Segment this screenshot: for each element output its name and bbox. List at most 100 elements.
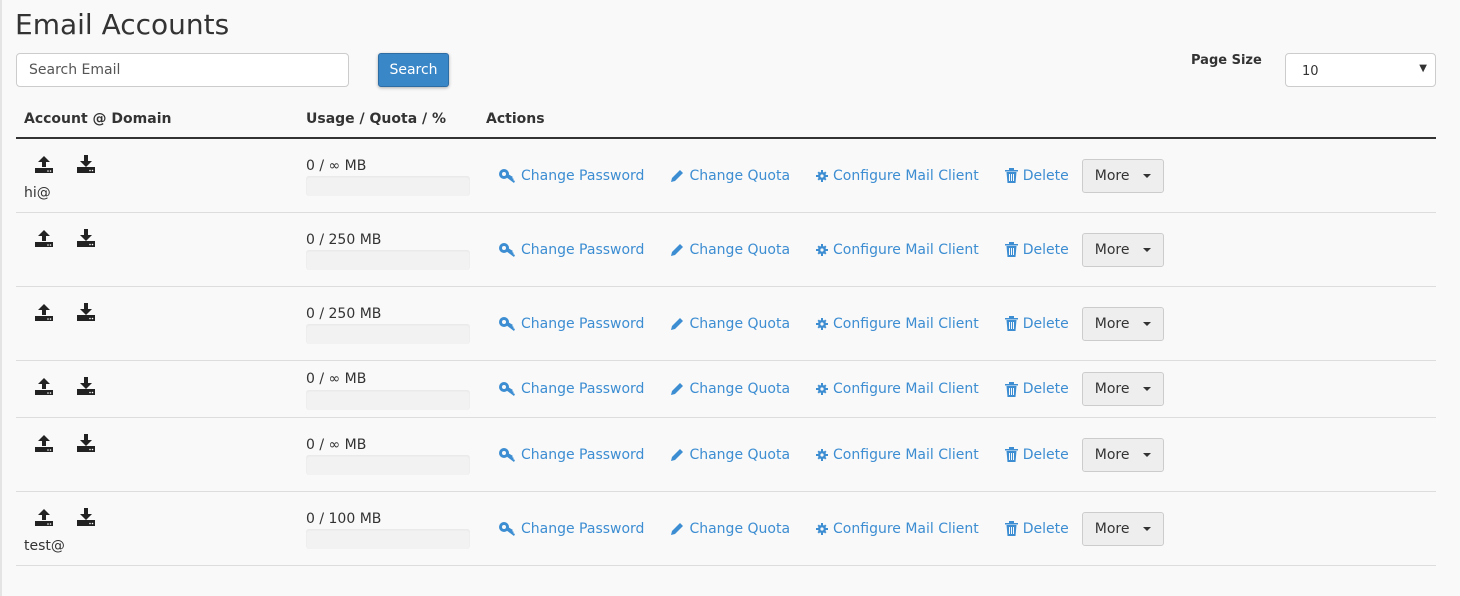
page-size-select[interactable]: 10 ▼ <box>1285 53 1436 87</box>
change-password-link[interactable]: Change Password <box>498 521 644 537</box>
usage-text: 0 / ∞ MB <box>306 371 367 387</box>
change-password-label: Change Password <box>521 315 645 332</box>
change-password-link[interactable]: Change Password <box>498 242 644 258</box>
change-quota-link[interactable]: Change Quota <box>670 447 790 463</box>
configure-mail-client-link[interactable]: Configure Mail Client <box>816 381 979 397</box>
table-row: test@ 0 / 100 MB Change Password Change … <box>16 492 1436 566</box>
delete-link[interactable]: Delete <box>1004 381 1069 397</box>
upload-icon[interactable] <box>34 434 54 456</box>
upload-icon[interactable] <box>34 229 54 251</box>
key-icon <box>499 242 515 257</box>
change-password-label: Change Password <box>521 520 645 537</box>
download-icon[interactable] <box>76 508 96 530</box>
more-label: More <box>1094 315 1130 332</box>
gear-icon <box>816 317 829 330</box>
delete-label: Delete <box>1022 446 1069 463</box>
change-quota-link[interactable]: Change Quota <box>670 242 790 258</box>
upload-icon[interactable] <box>34 155 54 177</box>
configure-label: Configure Mail Client <box>833 520 979 537</box>
delete-link[interactable]: Delete <box>1004 241 1069 258</box>
change-quota-link[interactable]: Change Quota <box>670 381 790 397</box>
key-icon <box>499 521 515 536</box>
col-account[interactable]: Account @ Domain <box>24 111 171 127</box>
change-quota-label: Change Quota <box>689 315 791 332</box>
search-button[interactable]: Search <box>378 53 449 87</box>
caret-down-icon <box>1142 452 1151 457</box>
configure-mail-client-link[interactable]: Configure Mail Client <box>816 316 979 332</box>
more-label: More <box>1094 381 1130 397</box>
table-header: Account @ Domain Usage / Quota / % Actio… <box>16 104 1436 139</box>
gear-icon <box>816 383 829 395</box>
change-quota-link[interactable]: Change Quota <box>670 316 790 332</box>
upload-icon[interactable] <box>34 377 54 399</box>
page-size-label: Page Size <box>1191 53 1262 68</box>
change-password-label: Change Password <box>521 446 645 463</box>
configure-mail-client-link[interactable]: Configure Mail Client <box>816 242 979 258</box>
more-dropdown-button[interactable]: More <box>1081 158 1164 193</box>
change-quota-label: Change Quota <box>689 241 791 258</box>
usage-progress-bar <box>306 390 470 410</box>
usage-text: 0 / ∞ MB <box>306 158 367 174</box>
change-password-link[interactable]: Change Password <box>498 447 644 463</box>
trash-icon <box>1004 381 1018 397</box>
change-password-link[interactable]: Change Password <box>498 316 644 332</box>
col-actions: Actions <box>486 111 545 127</box>
download-icon[interactable] <box>76 434 96 456</box>
caret-down-icon <box>1142 247 1151 252</box>
delete-label: Delete <box>1022 241 1069 258</box>
upload-icon[interactable] <box>34 303 54 325</box>
change-quota-label: Change Quota <box>689 167 791 184</box>
caret-down-icon: ▼ <box>1419 63 1427 74</box>
gear-icon <box>816 522 829 535</box>
caret-down-icon <box>1142 173 1151 178</box>
change-quota-label: Change Quota <box>689 381 791 397</box>
download-icon[interactable] <box>76 377 96 399</box>
account-name: test@ <box>24 538 65 554</box>
more-dropdown-button[interactable]: More <box>1081 306 1164 341</box>
download-icon[interactable] <box>76 303 96 325</box>
accounts-table: hi@ 0 / ∞ MB Change Password Change Quot… <box>16 139 1436 566</box>
delete-link[interactable]: Delete <box>1004 520 1069 537</box>
configure-mail-client-link[interactable]: Configure Mail Client <box>816 447 979 463</box>
configure-mail-client-link[interactable]: Configure Mail Client <box>816 521 979 537</box>
key-icon <box>499 168 515 183</box>
table-row: 0 / ∞ MB Change Password Change Quota Co… <box>16 418 1436 492</box>
download-icon[interactable] <box>76 155 96 177</box>
more-dropdown-button[interactable]: More <box>1081 437 1164 472</box>
delete-label: Delete <box>1022 520 1069 537</box>
page-title: Email Accounts <box>15 8 230 41</box>
change-quota-link[interactable]: Change Quota <box>670 168 790 184</box>
trash-icon <box>1004 316 1018 331</box>
configure-label: Configure Mail Client <box>833 315 979 332</box>
key-icon <box>499 382 515 396</box>
change-quota-link[interactable]: Change Quota <box>670 521 790 537</box>
download-icon[interactable] <box>76 229 96 251</box>
pencil-icon <box>671 243 684 256</box>
pencil-icon <box>671 317 684 330</box>
delete-label: Delete <box>1022 315 1069 332</box>
more-dropdown-button[interactable]: More <box>1081 372 1164 406</box>
change-password-link[interactable]: Change Password <box>498 168 644 184</box>
more-label: More <box>1094 241 1130 258</box>
search-email-input[interactable] <box>16 53 349 87</box>
usage-progress-bar <box>306 529 470 549</box>
delete-link[interactable]: Delete <box>1004 315 1069 332</box>
col-usage[interactable]: Usage / Quota / % <box>306 111 446 127</box>
usage-progress-bar <box>306 324 470 344</box>
table-row: 0 / 250 MB Change Password Change Quota … <box>16 213 1436 287</box>
change-password-label: Change Password <box>521 241 645 258</box>
change-password-link[interactable]: Change Password <box>498 381 644 397</box>
configure-mail-client-link[interactable]: Configure Mail Client <box>816 168 979 184</box>
caret-down-icon <box>1142 321 1151 326</box>
more-dropdown-button[interactable]: More <box>1081 232 1164 267</box>
gear-icon <box>816 448 829 461</box>
caret-down-icon <box>1142 526 1151 531</box>
delete-link[interactable]: Delete <box>1004 168 1069 184</box>
upload-icon[interactable] <box>34 508 54 530</box>
trash-icon <box>1004 521 1018 536</box>
usage-text: 0 / 250 MB <box>306 306 382 322</box>
more-dropdown-button[interactable]: More <box>1081 511 1164 546</box>
change-quota-label: Change Quota <box>689 520 791 537</box>
delete-link[interactable]: Delete <box>1004 446 1069 463</box>
table-row: 0 / ∞ MB Change Password Change Quota Co… <box>16 361 1436 418</box>
